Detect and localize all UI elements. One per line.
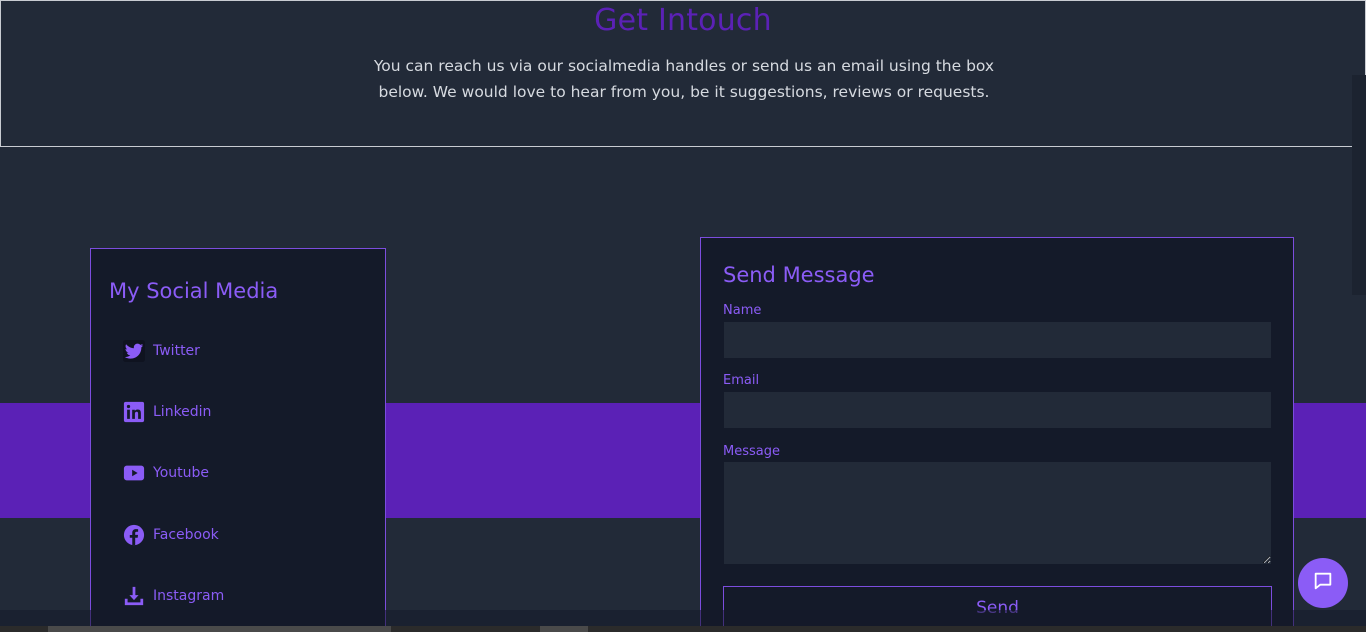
twitter-icon (123, 340, 145, 362)
social-media-title: My Social Media (109, 279, 279, 303)
linkedin-icon (123, 401, 145, 423)
chat-button[interactable] (1298, 558, 1348, 608)
hero-section: Get Intouch You can reach us via our soc… (0, 0, 1366, 147)
email-field[interactable] (724, 392, 1271, 428)
message-field[interactable] (724, 462, 1271, 564)
social-link-twitter[interactable]: Twitter (123, 339, 200, 363)
social-link-label: Instagram (153, 588, 225, 604)
page-title: Get Intouch (594, 3, 772, 38)
name-field[interactable] (724, 322, 1271, 358)
form-title: Send Message (723, 263, 875, 287)
youtube-icon (123, 462, 145, 484)
email-label: Email (723, 373, 760, 388)
social-link-youtube[interactable]: Youtube (123, 461, 209, 485)
contact-form: Send Message Name Email Message Send (700, 237, 1294, 632)
social-media-card: My Social Media Twitter Linkedin Youtube… (90, 248, 386, 632)
social-link-label: Linkedin (153, 404, 212, 420)
facebook-icon (123, 524, 145, 546)
page-description: You can reach us via our socialmedia han… (373, 57, 995, 101)
chat-bubble-icon (1312, 570, 1334, 596)
social-link-label: Twitter (153, 343, 200, 359)
scrollbar-thumb[interactable] (48, 626, 391, 632)
social-link-label: Facebook (153, 527, 219, 543)
social-link-linkedin[interactable]: Linkedin (123, 400, 211, 424)
download-icon (123, 585, 145, 607)
scrollbar-thumb[interactable] (540, 626, 588, 632)
social-link-instagram[interactable]: Instagram (123, 584, 224, 608)
social-link-label: Youtube (153, 465, 209, 481)
social-link-facebook[interactable]: Facebook (123, 523, 219, 547)
name-label: Name (723, 303, 762, 318)
vertical-scrollbar[interactable] (1352, 75, 1366, 295)
message-label: Message (723, 444, 780, 459)
horizontal-scrollbar[interactable] (0, 626, 1366, 632)
